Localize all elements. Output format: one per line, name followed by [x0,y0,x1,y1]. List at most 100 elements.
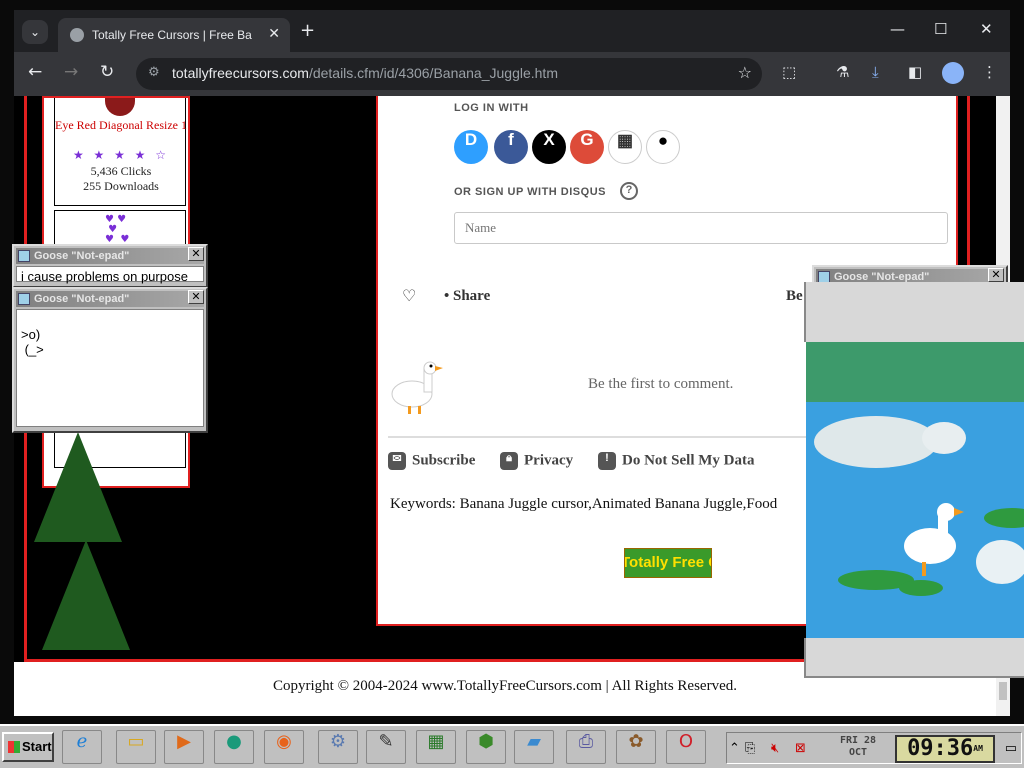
clicks-count: 5,436 Clicks [90,164,152,178]
google-login-button[interactable]: G [570,130,604,164]
christmas-tree-decoration [34,432,122,542]
empty-comments-text: Be the first to comment. [588,376,734,392]
network-icon[interactable]: ⬢ [466,730,506,764]
privacy-link[interactable]: 🔒︎ Privacy [500,452,573,470]
paint-palette-icon[interactable]: ✿ [616,730,656,764]
firefox-icon[interactable]: ◉ [264,730,304,764]
notepad-titlebar[interactable]: Goose "Not-epad" [16,248,204,264]
goose-video-frame [806,342,1024,638]
windows-flag-icon [8,741,20,753]
circuit-board-icon[interactable]: ▦ [416,730,456,764]
login-label: LOG IN WITH [454,102,529,114]
scanner-icon[interactable]: ⎙ [566,730,606,764]
facebook-login-button[interactable]: f [494,130,528,164]
window-close-icon[interactable]: ✕ [980,20,993,38]
goose-notepad-window[interactable]: Goose "Not-epad" ✕ i cause problems on p… [12,244,208,288]
new-tab-button[interactable]: + [300,20,315,41]
goose-notepad-window[interactable]: Goose "Not-epad" ✕ >o) (_> [12,287,208,433]
forward-arrow-icon[interactable]: → [64,62,78,82]
opera-icon[interactable]: O [666,730,706,764]
tab-search-button[interactable]: ⌄ [22,20,48,44]
goose-game-scene [806,342,1024,638]
cursor-card[interactable]: Eye Red Diagonal Resize 1 ★ ★ ★ ★ ☆ 5,43… [54,98,187,206]
christmas-tree-decoration [42,540,130,650]
notepad-close-button[interactable]: ✕ [988,268,1004,282]
signup-label: OR SIGN UP WITH DISQUS [454,186,606,198]
exclamation-icon: ! [598,452,616,470]
copyright-text: Copyright © 2004-2024 www.TotallyFreeCur… [272,678,737,694]
cursor-name-link[interactable]: Eye Red Diagonal Resize 1 [55,118,187,132]
notepad-text-area[interactable]: >o) (_> [16,309,204,427]
internet-explorer-icon[interactable]: ℯ [62,730,102,764]
divider [388,436,808,438]
x-login-button[interactable]: X [532,130,566,164]
extensions-puzzle-icon[interactable]: ⬚ [782,63,796,81]
do-not-sell-link[interactable]: ! Do Not Sell My Data [598,452,754,470]
file-explorer-icon[interactable]: ▭ [116,730,156,764]
heart-icon[interactable]: ♡ [402,286,416,305]
volume-muted-icon[interactable]: 🔇︎ [771,741,779,756]
goose-app-icon[interactable]: ● [214,730,254,764]
share-button[interactable]: • Share [444,288,490,305]
toolbox-icon[interactable]: ✎ [366,730,406,764]
help-question-icon[interactable]: ? [620,182,638,200]
downloads-count: 255 Downloads [83,179,159,193]
reload-icon[interactable]: ↻ [100,62,114,82]
network-tray-icon[interactable]: ⎘ [745,741,755,756]
tray-clock[interactable]: 09:36AM [895,735,995,763]
address-bar[interactable]: ⚙ totallyfreecursors.com/details.cfm/id/… [136,58,762,90]
notepad-close-button[interactable]: ✕ [188,290,204,304]
side-panel-icon[interactable]: ◧ [908,63,922,81]
url-path: /details.cfm/id/4306/Banana_Juggle.htm [308,65,558,81]
url-domain: totallyfreecursors.com [172,65,309,81]
back-arrow-icon[interactable]: ← [28,62,42,82]
menu-kebab-icon[interactable]: ⋮ [982,63,997,81]
browser-toolbar: ← → ↻ ⚙ totallyfreecursors.com/details.c… [14,52,1010,96]
sort-dropdown[interactable]: Be [786,288,803,305]
video-window-header [804,282,1024,342]
video-window-footer [804,638,1024,678]
site-info-icon[interactable]: ⚙ [148,65,160,80]
envelope-icon: ✉ [388,452,406,470]
apple-login-button[interactable]: ● [646,130,680,164]
media-player-icon[interactable]: ▶ [164,730,204,764]
system-tray: ⌃ ⎘ 🔇︎ ⊠ FRI 28 OCT 09:36AM ▭ [726,732,1022,764]
keywords-text: Keywords: Banana Juggle cursor,Animated … [390,496,778,512]
name-input[interactable] [454,212,948,244]
notification-icon[interactable]: ▭ [1005,741,1017,756]
tab-close-icon[interactable]: ✕ [268,26,280,42]
taskbar: Start ℯ ▭ ▶ ● ◉ ⚙ ✎ ▦ ⬢ ▰ ⎙ ✿ O ⌃ ⎘ 🔇︎ ⊠… [0,724,1024,768]
profile-avatar[interactable] [942,62,964,84]
bookmark-star-icon[interactable]: ☆ [738,63,752,82]
subscribe-link[interactable]: ✉ Subscribe [388,452,475,470]
hearts-cursor-thumbnail[interactable]: ♥ ♥ ♥ ♥ ♥ [105,215,129,245]
tray-date: FRI 28 OCT [839,735,877,758]
maximize-icon[interactable]: ☐ [934,20,947,38]
notepad-titlebar[interactable]: Goose "Not-epad" [16,291,204,307]
tray-expand-icon[interactable]: ⌃ [729,741,740,756]
notepad-icon [18,293,30,305]
minimize-icon[interactable]: — [890,20,905,38]
disqus-login-button[interactable]: D [454,130,488,164]
lock-icon: 🔒︎ [500,452,518,470]
notepad-close-button[interactable]: ✕ [188,247,204,261]
globe-icon [70,28,84,42]
scrollbar-thumb[interactable] [999,682,1007,700]
active-tab[interactable]: Totally Free Cursors | Free Banana ✕ [58,18,290,52]
control-panel-icon[interactable]: ⚙ [318,730,358,764]
cursor-thumbnail[interactable] [105,98,135,116]
notepad-text-area[interactable]: i cause problems on purpose [16,266,204,284]
rating-stars: ★ ★ ★ ★ ☆ [72,148,170,162]
browser-titlebar: ⌄ Totally Free Cursors | Free Banana ✕ +… [14,10,1010,52]
security-alert-icon[interactable]: ⊠ [795,741,806,756]
microsoft-login-button[interactable]: ▦ [608,130,642,164]
goose-avatar-icon [391,361,443,414]
start-button[interactable]: Start [2,732,54,762]
labs-flask-icon[interactable]: ⚗ [836,63,849,81]
download-icon[interactable]: ⤓ [872,63,879,81]
apple-icon: ● [657,131,669,150]
tab-title: Totally Free Cursors | Free Banana [92,28,252,42]
notebook-icon[interactable]: ▰ [514,730,554,764]
site-banner-logo[interactable]: Totally Free Cursors [624,548,712,578]
notepad-icon [18,250,30,262]
